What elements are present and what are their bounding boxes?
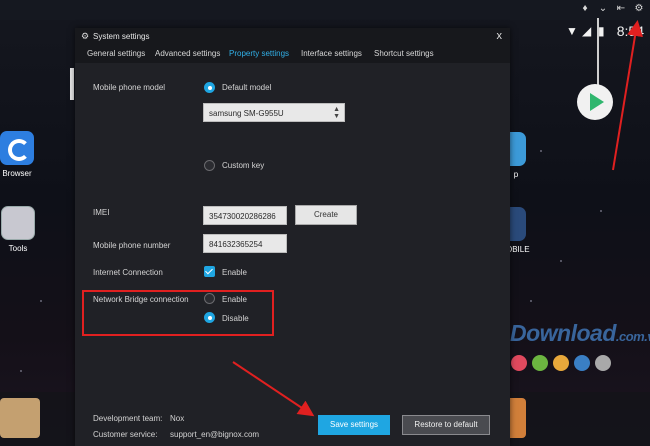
bridge-enable-radio[interactable] — [204, 293, 215, 304]
browser-icon — [0, 131, 34, 165]
property-settings-panel: Mobile phone model Default model samsung… — [75, 63, 510, 411]
signal-icon: ◢ — [582, 24, 592, 38]
customer-service-label: Customer service: — [93, 430, 158, 439]
shirt-icon[interactable]: ♦ — [578, 2, 592, 16]
internet-connection-label: Internet Connection — [93, 268, 163, 277]
watermark-suffix: .com.vn — [615, 329, 650, 344]
dialog-titlebar: ⚙ System settings x — [75, 28, 510, 46]
app-label: Browser — [2, 169, 32, 178]
clock: 8:54 — [616, 23, 644, 39]
launcher-edge — [70, 68, 74, 100]
watermark-dot — [553, 355, 569, 371]
watermark-dot — [574, 355, 590, 371]
app-partial-right-2[interactable]: OBILE — [506, 207, 536, 254]
imei-field[interactable]: 354730020286286 — [203, 206, 287, 225]
tools-folder-icon — [1, 206, 35, 240]
star — [530, 300, 532, 302]
battery-icon: ▮ — [598, 24, 605, 38]
watermark-dot — [532, 355, 548, 371]
pin-icon[interactable]: ⇤ — [614, 2, 628, 16]
phone-number-field[interactable]: 841632365254 — [203, 234, 287, 253]
internet-enable-label: Enable — [222, 268, 247, 277]
default-model-radio[interactable] — [204, 82, 215, 93]
watermark-main: Download — [510, 320, 616, 346]
bridge-disable-label: Disable — [222, 314, 249, 323]
watermark-dot — [511, 355, 527, 371]
tab-bar: General settings Advanced settings Prope… — [75, 46, 510, 63]
watermark: Download.com.vn — [510, 320, 650, 347]
up-down-chevron-icon: ▲ ▼ — [333, 106, 340, 120]
bridge-enable-label: Enable — [222, 295, 247, 304]
imei-label: IMEI — [93, 208, 110, 217]
tab-interface-settings[interactable]: Interface settings — [301, 49, 362, 58]
tab-general-settings[interactable]: General settings — [87, 49, 145, 58]
dock-app-icon[interactable] — [508, 398, 526, 438]
bridge-disable-radio[interactable] — [204, 312, 215, 323]
dialog-title: System settings — [93, 32, 150, 41]
dev-team-value: Nox — [170, 414, 185, 423]
star — [560, 260, 562, 262]
app-tools[interactable]: Tools — [0, 206, 36, 253]
phone-model-select[interactable]: samsung SM-G955U ▲ ▼ — [203, 103, 345, 122]
star — [20, 370, 22, 372]
tab-shortcut-settings[interactable]: Shortcut settings — [374, 49, 434, 58]
restore-default-button[interactable]: Restore to default — [402, 415, 490, 435]
star — [600, 210, 602, 212]
star — [40, 300, 42, 302]
tab-property-settings[interactable]: Property settings — [229, 49, 289, 58]
emulator-top-bar: ♦ ⌄ ⇤ ⚙ — [0, 0, 650, 20]
custom-key-radio[interactable] — [204, 160, 215, 171]
dialog-footer: Development team: Nox Customer service: … — [75, 411, 510, 446]
play-store-icon[interactable] — [577, 84, 613, 120]
app-label: Tools — [8, 244, 28, 253]
network-bridge-label: Network Bridge connection — [93, 295, 189, 304]
custom-key-label: Custom key — [222, 161, 265, 170]
internet-enable-checkbox[interactable] — [204, 266, 215, 277]
star — [540, 150, 542, 152]
default-model-label: Default model — [222, 83, 272, 92]
customer-service-email[interactable]: support_en@bignox.com — [170, 430, 259, 439]
chevron-down-icon[interactable]: ⌄ — [596, 2, 610, 16]
app-label: OBILE — [506, 245, 530, 254]
system-settings-dialog: ⚙ System settings x General settings Adv… — [75, 28, 510, 446]
wifi-icon: ▼ — [566, 24, 578, 38]
dev-team-label: Development team: — [93, 414, 163, 423]
settings-gear-icon: ⚙ — [81, 31, 90, 41]
gear-icon[interactable]: ⚙ — [632, 2, 646, 16]
android-status-bar: ▼ ◢ ▮ 8:54 — [560, 20, 650, 42]
watermark-dot — [595, 355, 611, 371]
create-imei-button[interactable]: Create — [295, 205, 357, 225]
phone-number-label: Mobile phone number — [93, 241, 171, 250]
save-settings-button[interactable]: Save settings — [318, 415, 390, 435]
app-browser[interactable]: Browser — [0, 131, 34, 178]
phone-model-label: Mobile phone model — [93, 83, 166, 92]
selected-model-value: samsung SM-G955U — [209, 109, 284, 118]
tab-advanced-settings[interactable]: Advanced settings — [155, 49, 220, 58]
dock-app-icon[interactable] — [0, 398, 40, 438]
close-button[interactable]: x — [497, 30, 503, 42]
